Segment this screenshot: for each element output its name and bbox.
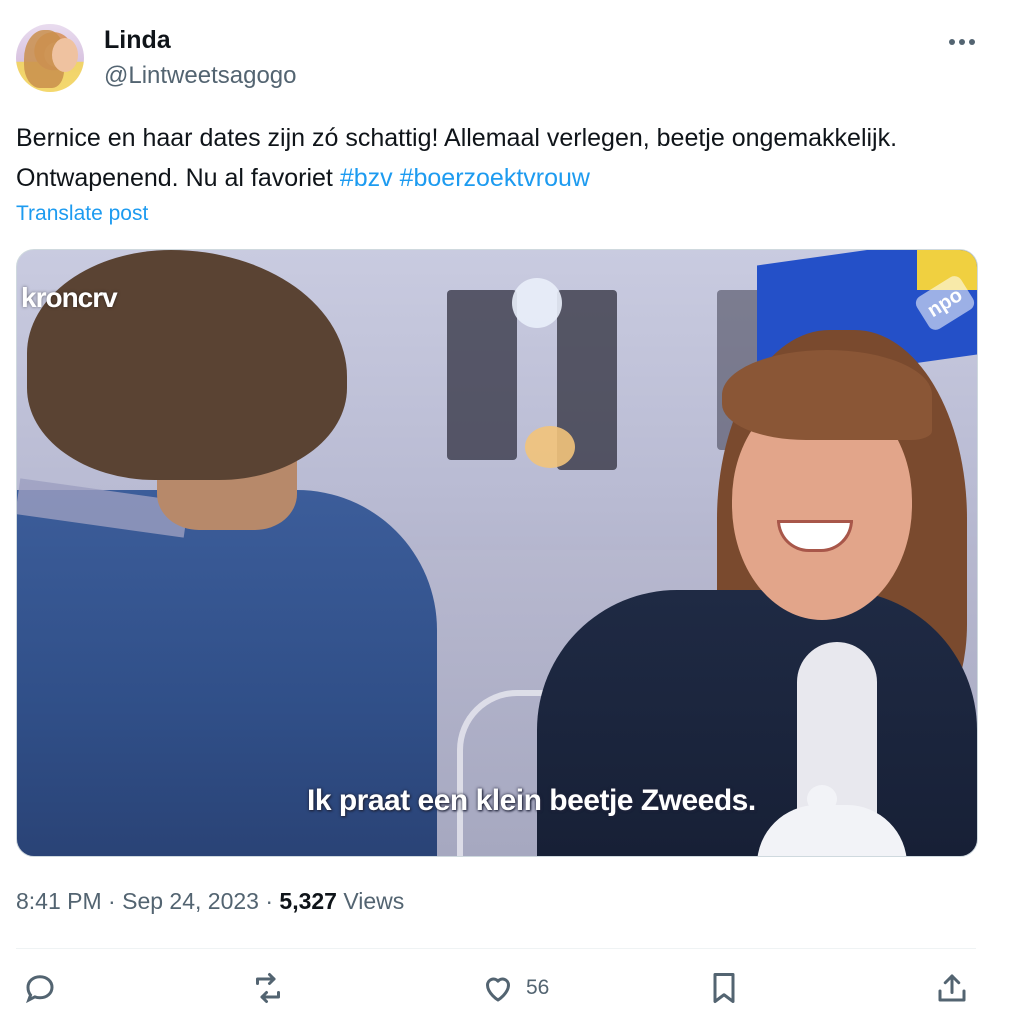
kroncrv-logo: kroncrv [21, 282, 118, 313]
repost-icon [256, 973, 280, 1003]
video-subtitle: Ik praat een klein beetje Zweeds. [307, 784, 756, 817]
reply-button[interactable] [22, 966, 58, 1010]
like-button[interactable]: 56 [480, 966, 549, 1010]
views-count: 5,327 [279, 888, 337, 914]
bookmark-icon [713, 973, 735, 1003]
share-button[interactable] [934, 966, 970, 1010]
meta-separator-2: · [265, 888, 274, 914]
bg-light-top [512, 278, 562, 328]
tweet-time[interactable]: 8:41 PM [16, 888, 102, 914]
author-handle[interactable]: @Lintweetsagogo [104, 62, 297, 90]
avatar-face [52, 38, 78, 72]
more-dots-icon [949, 39, 975, 45]
heart-icon [486, 977, 510, 1002]
tweet-meta: 8:41 PM · Sep 24, 2023 · 5,327 Views [16, 888, 404, 915]
translate-post-link[interactable]: Translate post [16, 202, 148, 226]
reply-icon [26, 975, 54, 1004]
share-icon [938, 974, 966, 1002]
author-name[interactable]: Linda [104, 26, 171, 55]
teapot-knob [807, 785, 837, 813]
tweet-text: Bernice en haar dates zijn zó schattig! … [16, 118, 976, 198]
bg-window-left [447, 290, 517, 460]
hashtag-boerzoektvrouw[interactable]: #boerzoektvrouw [400, 164, 590, 192]
meta-separator: · [108, 888, 116, 914]
views-label: Views [343, 888, 405, 914]
bookmark-button[interactable] [706, 966, 742, 1010]
repost-button[interactable] [250, 966, 286, 1010]
divider [16, 948, 976, 949]
more-options-button[interactable] [944, 28, 980, 56]
like-count: 56 [526, 976, 550, 999]
tweet-media-image[interactable]: kroncrv npo Ik praat een klein beetje Zw… [16, 249, 978, 857]
bg-lamp [525, 426, 575, 468]
tweet-date[interactable]: Sep 24, 2023 [122, 888, 259, 914]
hashtag-bzv[interactable]: #bzv [340, 164, 393, 192]
avatar[interactable] [16, 24, 84, 92]
woman-bangs [722, 350, 932, 440]
